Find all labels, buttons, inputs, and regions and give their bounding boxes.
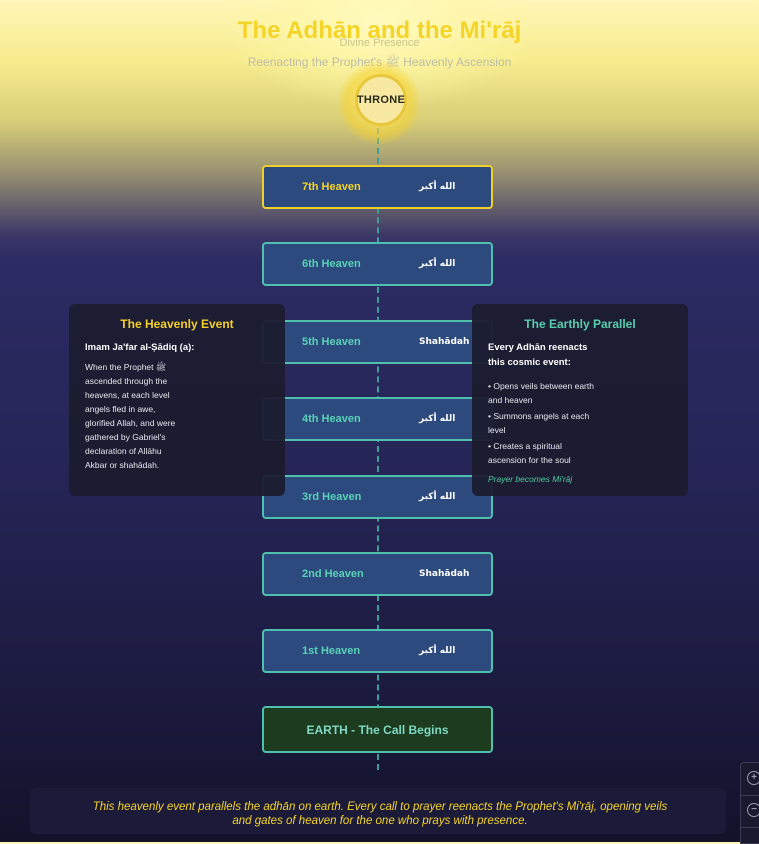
heaven-level-name: 3rd Heaven <box>302 491 362 503</box>
zoom-divider <box>741 795 759 796</box>
heaven-level-name: 6th Heaven <box>302 258 361 270</box>
heaven-level-call: الله أكبر <box>419 492 456 502</box>
divine-presence-label: Divine Presence <box>339 37 420 49</box>
footer-text: This heavenly event parallels the adhān … <box>92 801 668 827</box>
heaven-level-name: 4th Heaven <box>302 413 361 425</box>
list-item: • Creates a spiritual ascension for the … <box>488 441 571 465</box>
heaven-level-4[interactable]: 4th Heaven الله أكبر <box>262 397 493 441</box>
earthly-parallel-list: • Opens veils between earth and heaven •… <box>488 379 598 469</box>
zoom-controls: + − <box>740 762 759 844</box>
throne-node: THRONE <box>355 74 407 126</box>
zoom-out-icon[interactable]: − <box>747 803 759 817</box>
heaven-level-7[interactable]: 7th Heaven الله أكبر <box>262 165 493 209</box>
heaven-level-name: 5th Heaven <box>302 336 361 348</box>
earth-label: EARTH - The Call Begins <box>306 722 449 737</box>
heaven-level-6[interactable]: 6th Heaven الله أكبر <box>262 242 493 286</box>
earth-node[interactable]: EARTH - The Call Begins <box>262 706 493 753</box>
earthly-parallel-panel: The Earthly Parallel Every Adhān reenact… <box>472 304 688 496</box>
heaven-level-2[interactable]: 2nd Heaven Shahādah <box>262 552 493 596</box>
heaven-level-call: Shahādah <box>419 569 470 579</box>
heaven-level-5[interactable]: 5th Heaven Shahādah <box>262 320 493 364</box>
heaven-level-name: 7th Heaven <box>302 181 361 193</box>
heavenly-event-panel: The Heavenly Event Imam Ja'far al-Ṣādiq … <box>69 304 285 496</box>
heaven-level-call: Shahādah <box>419 337 470 347</box>
heavenly-event-body: When the Prophet ﷺ ascended through the … <box>85 362 176 470</box>
earthly-parallel-title: The Earthly Parallel <box>524 317 636 331</box>
heaven-level-1[interactable]: 1st Heaven الله أكبر <box>262 629 493 673</box>
heaven-level-call: الله أكبر <box>419 182 456 192</box>
zoom-in-icon[interactable]: + <box>747 771 759 785</box>
footer-note: This heavenly event parallels the adhān … <box>30 788 726 834</box>
zoom-divider <box>741 827 759 828</box>
list-item: • Opens veils between earth and heaven <box>488 381 594 405</box>
heaven-level-name: 2nd Heaven <box>302 568 364 580</box>
throne-label: THRONE <box>356 94 406 106</box>
heaven-level-call: الله أكبر <box>419 414 456 424</box>
heaven-level-3[interactable]: 3rd Heaven الله أكبر <box>262 475 493 519</box>
earthly-parallel-footer: Prayer becomes Mi'rāj <box>488 474 573 484</box>
heavenly-event-heading: Imam Ja'far al-Ṣādiq (a): <box>85 342 195 353</box>
heaven-level-name: 1st Heaven <box>302 645 361 657</box>
earthly-parallel-heading: Every Adhān reenacts this cosmic event: <box>488 342 588 368</box>
heavenly-event-title: The Heavenly Event <box>120 317 234 331</box>
heaven-level-call: الله أكبر <box>419 646 456 656</box>
list-item: • Summons angels at each level <box>488 411 590 435</box>
heaven-level-call: الله أكبر <box>419 259 456 269</box>
